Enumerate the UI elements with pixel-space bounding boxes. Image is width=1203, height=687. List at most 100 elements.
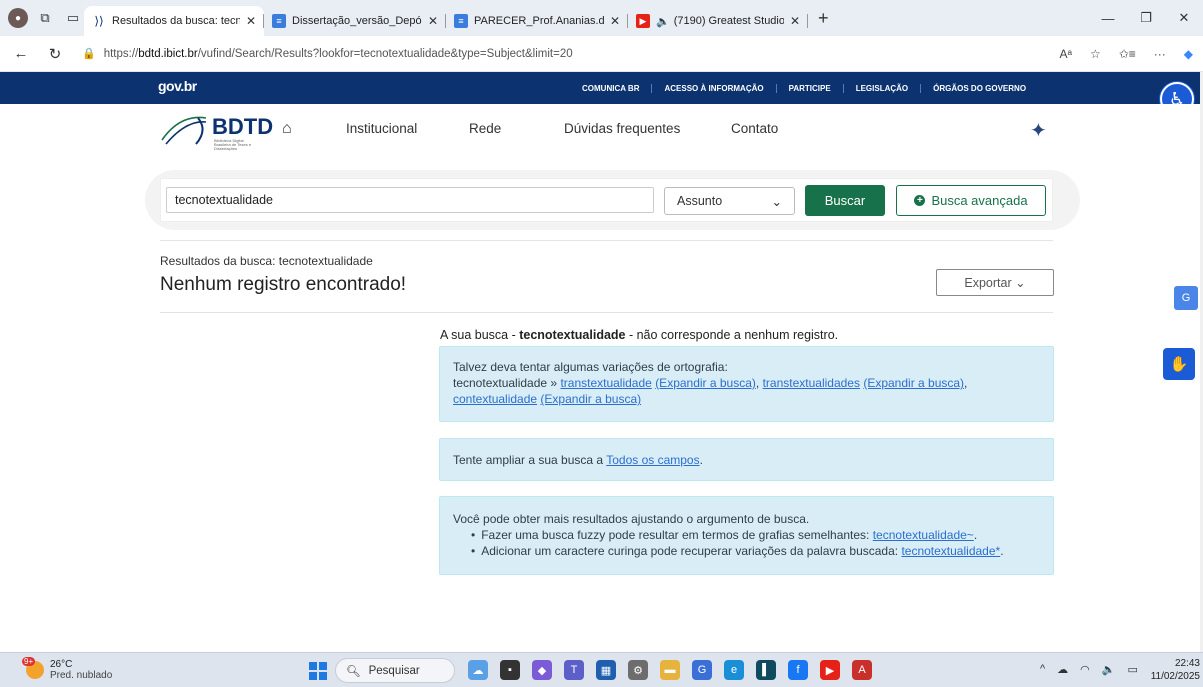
- tab-parecer[interactable]: ≡ PARECER_Prof.Ananias.docx - Doc ✕: [446, 6, 628, 36]
- page-title: Nenhum registro encontrado!: [160, 274, 407, 295]
- workspaces-icon[interactable]: ⧉: [34, 7, 56, 29]
- sign-language-icon[interactable]: ✋: [1163, 348, 1195, 380]
- translate-icon[interactable]: G: [1174, 286, 1198, 310]
- widgets-icon[interactable]: ☁: [468, 660, 488, 680]
- youtube-icon: ▶: [636, 14, 650, 28]
- export-button[interactable]: Exportar ⌄: [936, 269, 1054, 296]
- read-aloud-icon[interactable]: Aᵃ: [1059, 47, 1071, 61]
- settings-gear-icon[interactable]: ⚙: [628, 660, 648, 680]
- tab-strip: ● ⧉ ▭ ⟩⟩ Resultados da busca: tecnotextu…: [0, 0, 1203, 36]
- bdtd-swoosh-icon: [161, 116, 207, 145]
- wildcard-search-link[interactable]: tecnotextualidade*: [901, 544, 1000, 558]
- all-fields-link[interactable]: Todos os campos: [606, 453, 699, 467]
- search-type-select[interactable]: Assunto ⌄: [664, 187, 795, 215]
- divider: [160, 312, 1053, 313]
- teams-icon[interactable]: T: [564, 660, 584, 680]
- tab-youtube[interactable]: ▶ 🔈 (7190) Greatest Studio Ghibli ✕: [628, 6, 808, 36]
- search-icon: 🔍︎: [346, 665, 361, 678]
- tab-actions-icon[interactable]: ▭: [62, 7, 84, 29]
- expand-search-link[interactable]: (Expandir a busca): [655, 376, 756, 390]
- more-menu-icon[interactable]: ···: [1154, 47, 1166, 61]
- expand-search-link[interactable]: (Expandir a busca): [863, 376, 964, 390]
- advanced-search-button[interactable]: + Busca avançada: [896, 185, 1046, 216]
- home-icon[interactable]: ⌂: [282, 120, 292, 138]
- no-results-message: A sua busca - tecnotextualidade - não co…: [440, 328, 839, 342]
- profile-avatar[interactable]: ●: [8, 8, 28, 28]
- docs-icon: ≡: [454, 14, 468, 28]
- gov-link-acesso[interactable]: ACESSO À INFORMAÇÃO: [652, 83, 777, 93]
- close-tab-icon[interactable]: ✕: [610, 14, 620, 28]
- edge-icon[interactable]: e: [724, 660, 744, 680]
- close-tab-icon[interactable]: ✕: [428, 14, 438, 28]
- app-icon[interactable]: ▌: [756, 660, 776, 680]
- docs-icon: ≡: [272, 14, 286, 28]
- page-viewport: gov.br COMUNICA BR ACESSO À INFORMAÇÃO P…: [0, 72, 1203, 652]
- windows-start-icon[interactable]: [309, 662, 327, 680]
- youtube-icon[interactable]: ▶: [820, 660, 840, 680]
- folder-icon[interactable]: ▬: [660, 660, 680, 680]
- chevron-down-icon: ⌄: [771, 194, 782, 209]
- back-icon[interactable]: ←: [8, 41, 34, 67]
- broaden-search-box: Tente ampliar a sua busca a Todos os cam…: [439, 438, 1054, 481]
- nav-duvidas[interactable]: Dúvidas frequentes: [564, 121, 680, 136]
- close-window-icon[interactable]: ✕: [1165, 0, 1203, 36]
- close-tab-icon[interactable]: ✕: [790, 14, 800, 28]
- close-tab-icon[interactable]: ✕: [246, 14, 256, 28]
- favorites-list-icon[interactable]: ✩≡: [1119, 47, 1136, 61]
- app-icon[interactable]: G: [692, 660, 712, 680]
- search-tips-box: Você pode obter mais resultados ajustand…: [439, 496, 1054, 575]
- gov-link-comunica[interactable]: COMUNICA BR: [570, 83, 653, 93]
- tab-dissertacao[interactable]: ≡ Dissertação_versão_Depósito_Hid ✕: [264, 6, 446, 36]
- clock[interactable]: 22:43 11/02/2025: [1150, 657, 1200, 683]
- search-input[interactable]: [166, 187, 654, 213]
- taskbar: 9+ 26°C Pred. nublado 🔍︎ Pesquisar ☁ ▪ ◆…: [0, 652, 1203, 687]
- copilot-icon[interactable]: ◆: [1184, 47, 1193, 61]
- weather-icon: 9+: [22, 657, 44, 679]
- expand-search-link[interactable]: (Expandir a busca): [540, 392, 641, 406]
- taskbar-search[interactable]: 🔍︎ Pesquisar: [335, 658, 455, 683]
- gov-bar: gov.br COMUNICA BR ACESSO À INFORMAÇÃO P…: [0, 72, 1203, 104]
- plus-circle-icon: +: [914, 195, 926, 206]
- nav-contato[interactable]: Contato: [731, 121, 778, 136]
- gov-link-orgaos[interactable]: ÓRGÃOS DO GOVERNO: [921, 84, 1038, 93]
- copilot-icon[interactable]: ◆: [532, 660, 552, 680]
- cloud-icon[interactable]: ☁: [1057, 663, 1068, 676]
- fuzzy-search-link[interactable]: tecnotextualidade~: [873, 528, 974, 542]
- window-controls: — ❐ ✕: [1089, 0, 1203, 36]
- gov-link-participe[interactable]: PARTICIPE: [777, 83, 844, 93]
- lock-icon[interactable]: 🔒: [82, 47, 96, 60]
- ibict-star-icon[interactable]: ✦: [1030, 118, 1047, 143]
- minimize-icon[interactable]: —: [1089, 0, 1127, 36]
- search-button[interactable]: Buscar: [805, 185, 885, 216]
- results-breadcrumb: Resultados da busca: tecnotextualidade: [160, 254, 373, 268]
- refresh-icon[interactable]: ↻: [42, 41, 68, 67]
- facebook-icon[interactable]: f: [788, 660, 808, 680]
- new-tab-button[interactable]: +: [818, 8, 829, 29]
- suggestion-link[interactable]: transtextualidade: [560, 376, 651, 390]
- volume-icon[interactable]: 🔈: [1102, 663, 1116, 676]
- restore-icon[interactable]: ❐: [1127, 0, 1165, 36]
- url-field[interactable]: 🔒 https://bdtd.ibict.br/vufind/Search/Re…: [82, 47, 1059, 61]
- nav-rede[interactable]: Rede: [469, 121, 501, 136]
- bdtd-logo[interactable]: BDTD Biblioteca Digital Brasileira de Te…: [160, 112, 273, 151]
- site-nav: BDTD Biblioteca Digital Brasileira de Te…: [0, 104, 1203, 154]
- store-icon[interactable]: ▦: [596, 660, 616, 680]
- tab-bdtd-results[interactable]: ⟩⟩ Resultados da busca: tecnotextua ✕: [84, 6, 264, 36]
- suggestion-link[interactable]: transtextualidades: [763, 376, 860, 390]
- govbr-logo[interactable]: gov.br: [158, 78, 197, 94]
- favorite-star-icon[interactable]: ☆: [1090, 47, 1101, 61]
- gov-link-legislacao[interactable]: LEGISLAÇÃO: [844, 83, 922, 93]
- pdf-icon[interactable]: A: [852, 660, 872, 680]
- chevron-up-icon[interactable]: ^: [1040, 663, 1045, 676]
- bdtd-swoosh-icon: ⟩⟩: [94, 14, 104, 28]
- suggestion-link[interactable]: contextualidade: [453, 392, 537, 406]
- speaker-icon[interactable]: 🔈: [656, 15, 670, 28]
- system-tray: ^ ☁ ◠ 🔈 ▭: [1040, 663, 1138, 676]
- task-view-icon[interactable]: ▪: [500, 660, 520, 680]
- list-item: Fazer uma busca fuzzy pode resultar em t…: [471, 527, 1040, 543]
- wifi-icon[interactable]: ◠: [1080, 663, 1090, 676]
- address-bar: ← ↻ 🔒 https://bdtd.ibict.br/vufind/Searc…: [0, 36, 1203, 72]
- nav-institucional[interactable]: Institucional: [346, 121, 417, 136]
- weather-widget[interactable]: 9+ 26°C Pred. nublado: [22, 657, 112, 681]
- battery-icon[interactable]: ▭: [1127, 663, 1137, 676]
